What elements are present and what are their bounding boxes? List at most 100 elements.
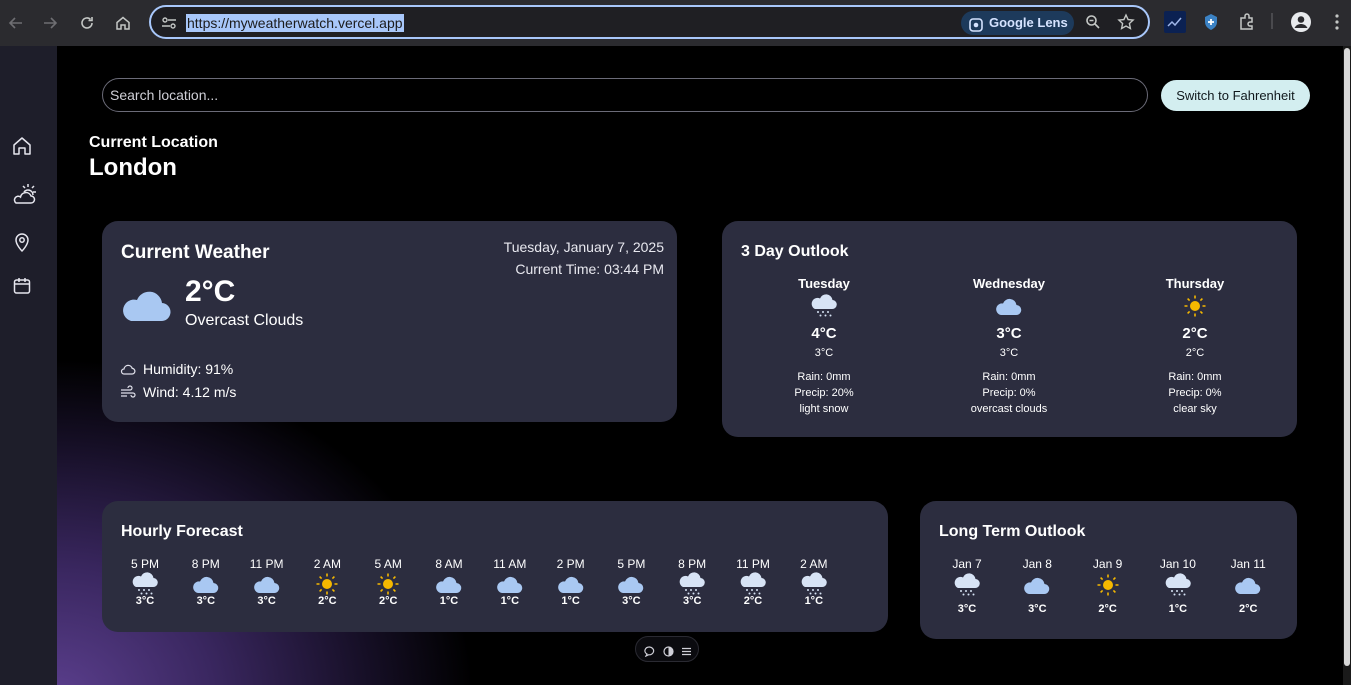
- scrollbar-thumb[interactable]: [1344, 48, 1350, 666]
- home-icon[interactable]: [111, 11, 135, 35]
- hourly-temp: 1°C: [561, 595, 580, 607]
- long-term-day: Jan 8 3°C: [1007, 557, 1067, 615]
- cloud-icon: [121, 283, 171, 325]
- extension-chart-icon[interactable]: [1164, 11, 1186, 33]
- current-weather-card: Current Weather Tuesday, January 7, 2025…: [102, 221, 677, 422]
- outlook-precip: Precip: 0%: [982, 387, 1036, 399]
- hourly-time: 2 AM: [313, 557, 342, 571]
- outlook-low-temp: 2°C: [1185, 347, 1205, 359]
- outlook-day-name: Tuesday: [798, 276, 850, 291]
- hourly-item: 8 AM 1°C: [424, 557, 474, 607]
- long-term-day: Jan 10 1°C: [1148, 557, 1208, 615]
- back-icon[interactable]: [4, 11, 28, 35]
- current-weather-title: Current Weather: [121, 242, 270, 263]
- contrast-toggle-icon[interactable]: [663, 644, 674, 657]
- location-pin-icon[interactable]: [11, 231, 33, 253]
- hourly-time: 8 PM: [191, 557, 220, 571]
- extensions-puzzle-icon[interactable]: [1236, 11, 1258, 33]
- sidebar: [0, 46, 57, 685]
- long-term-temp: 3°C: [1028, 603, 1047, 615]
- long-term-temp: 2°C: [1238, 603, 1258, 615]
- cloud-icon: [253, 572, 281, 596]
- switch-unit-button[interactable]: Switch to Fahrenheit: [1161, 80, 1310, 111]
- humidity-cloud-icon: [120, 361, 136, 377]
- browser-menu-icon[interactable]: [1326, 11, 1348, 33]
- outlook-rain: Rain: 0mm: [982, 371, 1036, 383]
- calendar-icon[interactable]: [11, 275, 33, 297]
- hourly-item: 11 AM 1°C: [485, 557, 535, 607]
- bookmark-star-icon[interactable]: [1117, 13, 1135, 31]
- extension-shield-icon[interactable]: [1200, 11, 1222, 33]
- long-term-temp: 2°C: [1098, 603, 1117, 615]
- url-text[interactable]: https://myweatherwatch.vercel.app: [186, 14, 404, 32]
- page-scrollbar[interactable]: [1343, 46, 1351, 685]
- sun-icon: [374, 572, 402, 596]
- sun-icon: [1181, 294, 1209, 320]
- hourly-time: 2 AM: [800, 557, 828, 571]
- long-term-date: Jan 10: [1159, 557, 1196, 571]
- comment-icon[interactable]: [644, 644, 655, 658]
- hourly-time: 11 PM: [249, 557, 284, 571]
- hourly-title: Hourly Forecast: [121, 523, 243, 540]
- current-description: Overcast Clouds: [185, 312, 304, 329]
- dev-toolbar[interactable]: [635, 636, 699, 662]
- cloud-icon: [1023, 573, 1051, 599]
- long-term-outlook-card: Long Term Outlook Jan 7 3°C Jan 8 3°C Jan 9 2…: [920, 501, 1297, 639]
- humidity-value: Humidity: 91%: [143, 361, 234, 377]
- hourly-item: 11 PM 3°C: [242, 557, 292, 607]
- forward-icon[interactable]: [38, 11, 62, 35]
- outlook-description: overcast clouds: [970, 403, 1048, 415]
- hourly-item: 5 PM 3°C: [606, 557, 656, 607]
- outlook-details: Rain: 0mm Precip: 0% overcast clouds: [934, 369, 1084, 417]
- long-term-day: Jan 9 2°C: [1078, 557, 1138, 615]
- weather-sun-cloud-icon[interactable]: [11, 180, 39, 208]
- settings-sliders-icon[interactable]: [681, 644, 692, 656]
- wind-icon: [120, 384, 136, 400]
- zoom-icon[interactable]: [1084, 13, 1102, 31]
- snow-cloud-icon: [800, 572, 828, 596]
- site-settings-icon[interactable]: [160, 14, 178, 32]
- hourly-temp: 3°C: [622, 595, 641, 607]
- hourly-time: 8 PM: [678, 557, 707, 571]
- hourly-temp: 2°C: [318, 595, 337, 607]
- hourly-temp: 1°C: [500, 595, 520, 607]
- hourly-temp: 2°C: [378, 595, 398, 607]
- google-lens-button[interactable]: Google Lens: [961, 11, 1074, 35]
- location-label: Current Location: [89, 134, 218, 151]
- address-bar[interactable]: https://myweatherwatch.vercel.app Google…: [149, 5, 1150, 39]
- long-term-day: Jan 7 3°C: [937, 557, 997, 615]
- hourly-temp: 3°C: [196, 595, 216, 607]
- snow-cloud-icon: [953, 573, 981, 599]
- reload-icon[interactable]: [75, 11, 99, 35]
- location-name: London: [89, 154, 177, 181]
- outlook-precip: Precip: 0%: [1168, 387, 1222, 399]
- main-content: Switch to Fahrenheit Current Location Lo…: [57, 46, 1343, 685]
- outlook-details: Rain: 0mm Precip: 0% clear sky: [1120, 369, 1270, 417]
- outlook-details: Rain: 0mm Precip: 20% light snow: [749, 369, 899, 417]
- cloud-icon: [617, 572, 645, 596]
- outlook-day-column: Tuesday 4°C 3°C Rain: 0mm Precip: 20% light s…: [749, 276, 899, 417]
- outlook-high-temp: 2°C: [1182, 325, 1208, 342]
- current-temperature: 2°C: [185, 275, 236, 308]
- snow-cloud-icon: [810, 294, 838, 320]
- profile-avatar-icon[interactable]: [1290, 11, 1312, 33]
- hourly-item: 8 PM 3°C: [181, 557, 231, 607]
- cloud-icon: [192, 572, 220, 596]
- wind-value: Wind: 4.12 m/s: [143, 384, 237, 400]
- browser-toolbar: https://myweatherwatch.vercel.app Google…: [0, 0, 1351, 46]
- outlook-rain: Rain: 0mm: [1168, 371, 1222, 383]
- outlook-description: light snow: [799, 403, 849, 415]
- hourly-item: 8 PM 3°C: [667, 557, 717, 607]
- hourly-temp: 3°C: [682, 595, 702, 607]
- search-input[interactable]: [102, 78, 1148, 112]
- long-term-title: Long Term Outlook: [939, 523, 1086, 540]
- current-time: Current Time: 03:44 PM: [515, 261, 664, 277]
- hourly-item: 2 AM 2°C: [302, 557, 352, 607]
- outlook-high-temp: 4°C: [811, 325, 837, 342]
- home-icon[interactable]: [11, 135, 33, 157]
- long-term-day: Jan 11 2°C: [1218, 557, 1278, 615]
- hourly-temp: 3°C: [135, 595, 155, 607]
- snow-cloud-icon: [1164, 573, 1192, 599]
- outlook-high-temp: 3°C: [996, 325, 1022, 342]
- outlook-day-column: Wednesday 3°C 3°C Rain: 0mm Precip: 0% overca…: [934, 276, 1084, 417]
